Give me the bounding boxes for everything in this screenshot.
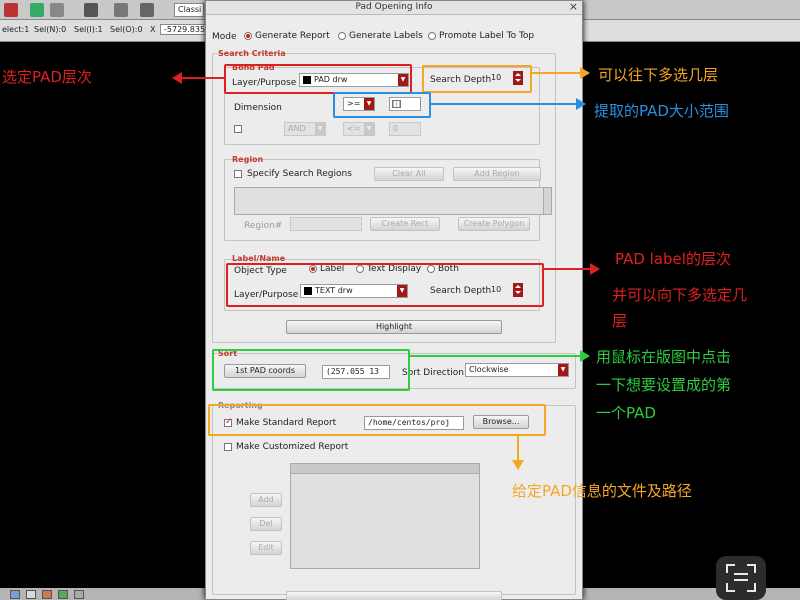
annotation-bond-pad-layer: 选定PAD层次: [2, 68, 92, 86]
annotation-dimension: 提取的PAD大小范围: [594, 102, 729, 120]
dimension-label: Dimension: [234, 103, 282, 113]
create-rect-button[interactable]: Create Rect: [370, 217, 440, 231]
blue-arrow-head: [576, 98, 586, 110]
bottom-tool-icon[interactable]: [10, 590, 20, 599]
annotation-label-layer-line2: 并可以向下多选定几: [612, 286, 748, 304]
mode-option-generate-labels[interactable]: Generate Labels: [338, 31, 423, 41]
annotation-label-layer-line3: 层: [612, 312, 628, 330]
region-number-field[interactable]: [290, 217, 362, 231]
status-select-count: elect:1: [2, 25, 30, 34]
bottom-tool-icon[interactable]: [58, 590, 68, 599]
green-arrow-line: [410, 355, 580, 357]
status-sel-i: Sel(I):1: [74, 25, 103, 34]
region-list[interactable]: [234, 187, 552, 215]
annotation-search-depth: 可以往下多选几层: [598, 66, 719, 84]
specify-regions-checkbox[interactable]: [234, 170, 242, 178]
and-select[interactable]: AND ▼: [284, 122, 326, 136]
chevron-down-icon: ▼: [315, 123, 325, 135]
eye-tool-icon[interactable]: [84, 3, 98, 17]
bottom-tool-icon[interactable]: [42, 590, 52, 599]
report-highlight: [208, 404, 546, 436]
region-number-label: Region#: [244, 221, 283, 231]
label-name-title: Label/Name: [232, 254, 286, 263]
orange-arrow-line: [532, 72, 580, 74]
red-arrow-head: [172, 72, 182, 84]
red-arrow-head-2: [590, 263, 600, 275]
mode-option-generate-report[interactable]: Generate Report: [244, 31, 330, 41]
bottom-tool-icon[interactable]: [74, 590, 84, 599]
blue-arrow-line: [431, 103, 576, 105]
scan-line: [734, 573, 748, 575]
radio-icon: [244, 31, 252, 40]
dimension-highlight: [333, 92, 431, 118]
list-header: [291, 464, 479, 474]
scan-corner: [726, 564, 735, 573]
hand-tool-icon[interactable]: [114, 3, 128, 17]
classname-field[interactable]: Classi: [174, 3, 204, 17]
mode-option-promote-label[interactable]: Promote Label To Top: [428, 31, 534, 41]
bond-pad-layer-highlight: [224, 64, 412, 94]
annotation-sort-line2: 一下想要设置成的第: [596, 376, 732, 394]
customized-report-label: Make Customized Report: [236, 442, 349, 452]
and-checkbox[interactable]: [234, 125, 242, 133]
specify-regions-label: Specify Search Regions: [247, 169, 352, 179]
green-arrow-head: [580, 350, 590, 362]
bottom-tool-icon[interactable]: [26, 590, 36, 599]
region-list-scrollbar[interactable]: [543, 188, 551, 214]
annotation-label-layer-line1: PAD label的层次: [615, 250, 731, 268]
chevron-down-icon: ▼: [558, 364, 568, 376]
annotation-sort-line3: 一个PAD: [596, 404, 656, 422]
scan-corner: [726, 583, 735, 592]
and-operator-select[interactable]: <= ▼: [343, 122, 375, 136]
sort-direction-select[interactable]: Clockwise ▼: [465, 363, 569, 377]
sort-highlight: [212, 349, 410, 391]
del-button[interactable]: Del: [250, 517, 282, 531]
scan-line: [734, 579, 748, 581]
edit-button[interactable]: Edit: [250, 541, 282, 555]
radio-icon: [428, 31, 436, 40]
orange-arrow-head: [580, 67, 590, 79]
sort-direction-label: Sort Direction: [402, 368, 464, 378]
mode-label: Mode: [212, 32, 237, 42]
scan-corner: [747, 583, 756, 592]
status-x-coord: -5729.835: [160, 24, 210, 35]
clear-all-button[interactable]: Clear All: [374, 167, 444, 181]
annotation-sort-line1: 用鼠标在版图中点击: [596, 348, 732, 366]
red-tool-icon[interactable]: [4, 3, 18, 17]
add-region-button[interactable]: Add Region: [453, 167, 541, 181]
orange-arrow-line-2: [517, 436, 519, 460]
highlight-button[interactable]: Highlight: [286, 320, 502, 334]
chevron-down-icon: ▼: [364, 123, 374, 135]
route-tool-icon[interactable]: [30, 3, 44, 17]
scan-icon[interactable]: [716, 556, 766, 600]
close-icon[interactable]: ×: [569, 1, 578, 13]
dialog-titlebar[interactable]: Pad Opening Info ×: [206, 1, 582, 15]
customized-report-checkbox[interactable]: [224, 443, 232, 451]
label-layer-highlight: [226, 263, 544, 307]
status-x-label: X: [150, 25, 156, 34]
status-sel-n: Sel(N):0: [34, 25, 67, 34]
create-polygon-button[interactable]: Create Polygon: [458, 217, 530, 231]
red-arrow-line: [182, 77, 224, 79]
ruler-tool-icon[interactable]: [50, 3, 64, 17]
search-criteria-title: Search Criteria: [218, 49, 286, 58]
status-sel-o: Sel(O):0: [110, 25, 143, 34]
and-value-field[interactable]: 0: [389, 122, 421, 136]
annotation-report: 给定PAD信息的文件及路径: [512, 482, 692, 500]
scan-corner: [747, 564, 756, 573]
search-depth-highlight: [422, 65, 532, 93]
region-title: Region: [232, 155, 264, 164]
zoom-tool-icon[interactable]: [140, 3, 154, 17]
custom-report-list[interactable]: [290, 463, 480, 569]
orange-arrow-head-2: [512, 460, 524, 470]
radio-icon: [338, 31, 346, 40]
red-arrow-line-2: [544, 268, 590, 270]
bottom-action-button[interactable]: [286, 591, 502, 600]
dialog-title: Pad Opening Info: [355, 2, 433, 12]
add-button[interactable]: Add: [250, 493, 282, 507]
